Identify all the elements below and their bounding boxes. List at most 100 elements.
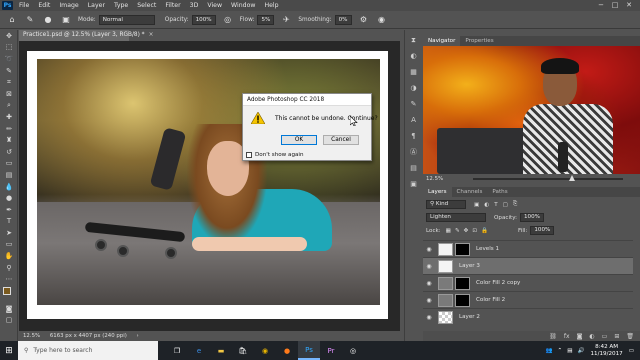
checkbox-box[interactable]	[246, 152, 252, 158]
navigator-preview[interactable]	[423, 46, 640, 174]
blend-mode-select[interactable]: Lighten	[426, 213, 486, 222]
filter-smart-icon[interactable]: ⎘	[513, 201, 517, 208]
premiere-taskbar-icon[interactable]: Pr	[320, 341, 342, 360]
history-brush-tool-icon[interactable]: ↺	[0, 146, 18, 158]
link-layers-icon[interactable]: ⛓	[549, 333, 557, 340]
windows-start-icon[interactable]: ⊞	[0, 341, 18, 360]
zoom-tool-icon[interactable]: ⚲	[0, 262, 18, 274]
menu-layer[interactable]: Layer	[88, 2, 105, 9]
add-mask-icon[interactable]: ◙	[577, 333, 583, 340]
dont-show-again-checkbox[interactable]: Don't show again	[246, 152, 304, 158]
status-zoom[interactable]: 12.5%	[23, 333, 40, 339]
lock-position-icon[interactable]: ✥	[464, 228, 469, 234]
document-canvas[interactable]	[27, 51, 388, 319]
volume-icon[interactable]: 🔊	[577, 348, 584, 354]
delete-layer-icon[interactable]: 🗑	[626, 333, 634, 340]
layer-row[interactable]: ◉ Layer 2	[423, 308, 633, 325]
styles-panel-icon[interactable]: ▣	[405, 178, 422, 190]
layer-mask-thumbnail[interactable]	[455, 293, 470, 307]
adjustments-panel-icon[interactable]: ◑	[405, 82, 422, 94]
lock-pixels-icon[interactable]: ▦	[446, 228, 451, 234]
screen-mode-icon[interactable]: ▢	[0, 315, 18, 327]
libraries-panel-icon[interactable]: ▤	[405, 162, 422, 174]
document-tab[interactable]: Practice1.psd @ 12.5% (Layer 3, RGB/8) *…	[19, 30, 153, 41]
menu-help[interactable]: Help	[264, 2, 278, 9]
tab-channels[interactable]: Channels	[452, 187, 488, 197]
tab-properties[interactable]: Properties	[460, 36, 498, 46]
fill-input[interactable]: 100%	[530, 226, 555, 235]
tab-navigator[interactable]: Navigator	[423, 36, 461, 46]
layer-row[interactable]: ◉ Levels 1	[423, 240, 633, 257]
glyphs-panel-icon[interactable]: Ⓐ	[405, 146, 422, 158]
pressure-opacity-icon[interactable]: ◎	[222, 14, 234, 26]
navigator-zoom-slider[interactable]	[473, 175, 623, 181]
obs-icon[interactable]: ◎	[342, 341, 364, 360]
notifications-icon[interactable]: ▭	[629, 348, 634, 354]
smoothing-settings-icon[interactable]: ⚙	[358, 14, 370, 26]
close-tab-icon[interactable]: ×	[149, 32, 154, 38]
close-window-button[interactable]: ✕	[622, 0, 636, 11]
visibility-eye-icon[interactable]: ◉	[423, 263, 435, 270]
more-tools-icon[interactable]: ⋯	[0, 273, 18, 285]
filter-pixel-icon[interactable]: ▣	[474, 202, 479, 208]
pressure-size-icon[interactable]: ◉	[376, 14, 388, 26]
minimize-button[interactable]: −	[594, 0, 608, 11]
firefox-icon[interactable]: ●	[276, 341, 298, 360]
tab-paths[interactable]: Paths	[487, 187, 512, 197]
layer-row-selected[interactable]: ◉ Layer 3	[423, 257, 633, 274]
navigator-zoom-value[interactable]: 12.5%	[426, 176, 443, 182]
new-group-icon[interactable]: ▭	[602, 333, 608, 340]
layer-style-icon[interactable]: fx	[564, 333, 570, 340]
menu-image[interactable]: Image	[59, 2, 78, 9]
brush-panel-icon[interactable]: ✎	[405, 98, 422, 110]
gradient-tool-icon[interactable]: ▤	[0, 169, 18, 181]
visibility-eye-icon[interactable]: ◉	[423, 314, 435, 321]
chrome-icon[interactable]: ◉	[254, 341, 276, 360]
home-icon[interactable]: ⌂	[6, 14, 18, 26]
file-explorer-icon[interactable]: ▬	[210, 341, 232, 360]
move-tool-icon[interactable]: ✥	[0, 30, 18, 42]
new-layer-icon[interactable]: ⊞	[614, 333, 619, 340]
zoom-slider-thumb[interactable]	[569, 175, 575, 181]
mode-select[interactable]: Normal	[98, 14, 155, 25]
lock-all-icon[interactable]: 🔒	[481, 228, 488, 234]
people-icon[interactable]: 👥	[546, 348, 553, 354]
brush-tool-icon[interactable]: ✎	[24, 14, 36, 26]
filter-shape-icon[interactable]: ▢	[503, 202, 508, 208]
ok-button[interactable]: OK	[281, 135, 317, 145]
path-selection-tool-icon[interactable]: ➤	[0, 227, 18, 239]
menu-select[interactable]: Select	[137, 2, 156, 9]
canvas-workspace[interactable]	[19, 41, 400, 331]
pen-tool-icon[interactable]: ✒	[0, 204, 18, 216]
clock[interactable]: 8:42 AM 11/19/2017	[590, 344, 622, 358]
edge-icon[interactable]: e	[188, 341, 210, 360]
cancel-button[interactable]: Cancel	[323, 135, 359, 145]
dodge-tool-icon[interactable]: ●	[0, 192, 18, 204]
layer-row[interactable]: ◉ Color Fill 2 copy	[423, 274, 633, 291]
status-arrow-icon[interactable]: ›	[137, 333, 139, 339]
smoothing-input[interactable]: 0%	[334, 14, 352, 25]
menu-3d[interactable]: 3D	[190, 2, 199, 9]
menu-window[interactable]: Window	[231, 2, 255, 9]
filter-type-icon[interactable]: T	[494, 202, 497, 208]
tab-layers[interactable]: Layers	[423, 187, 452, 197]
character-panel-icon[interactable]: A	[405, 114, 422, 126]
brush-tool-icon[interactable]: ✏	[0, 123, 18, 135]
photoshop-taskbar-icon[interactable]: Ps	[298, 341, 320, 360]
layer-opacity-input[interactable]: 100%	[520, 213, 544, 222]
store-icon[interactable]: 🛍	[232, 341, 254, 360]
healing-brush-tool-icon[interactable]: ✚	[0, 111, 18, 123]
maximize-button[interactable]: □	[608, 0, 622, 11]
task-view-icon[interactable]: ❐	[166, 341, 188, 360]
lasso-tool-icon[interactable]: ➰	[0, 53, 18, 65]
crop-tool-icon[interactable]: ⌗	[0, 76, 18, 88]
foreground-color-swatch[interactable]	[3, 287, 11, 296]
history-panel-icon[interactable]: ⧗	[405, 34, 422, 46]
type-tool-icon[interactable]: T	[0, 216, 18, 228]
lock-artboard-icon[interactable]: ⊡	[472, 228, 477, 234]
airbrush-icon[interactable]: ✈	[280, 14, 292, 26]
menu-type[interactable]: Type	[114, 2, 128, 9]
frame-tool-icon[interactable]: ⊠	[0, 88, 18, 100]
hand-tool-icon[interactable]: ✋	[0, 250, 18, 262]
clone-stamp-tool-icon[interactable]: ♜	[0, 134, 18, 146]
